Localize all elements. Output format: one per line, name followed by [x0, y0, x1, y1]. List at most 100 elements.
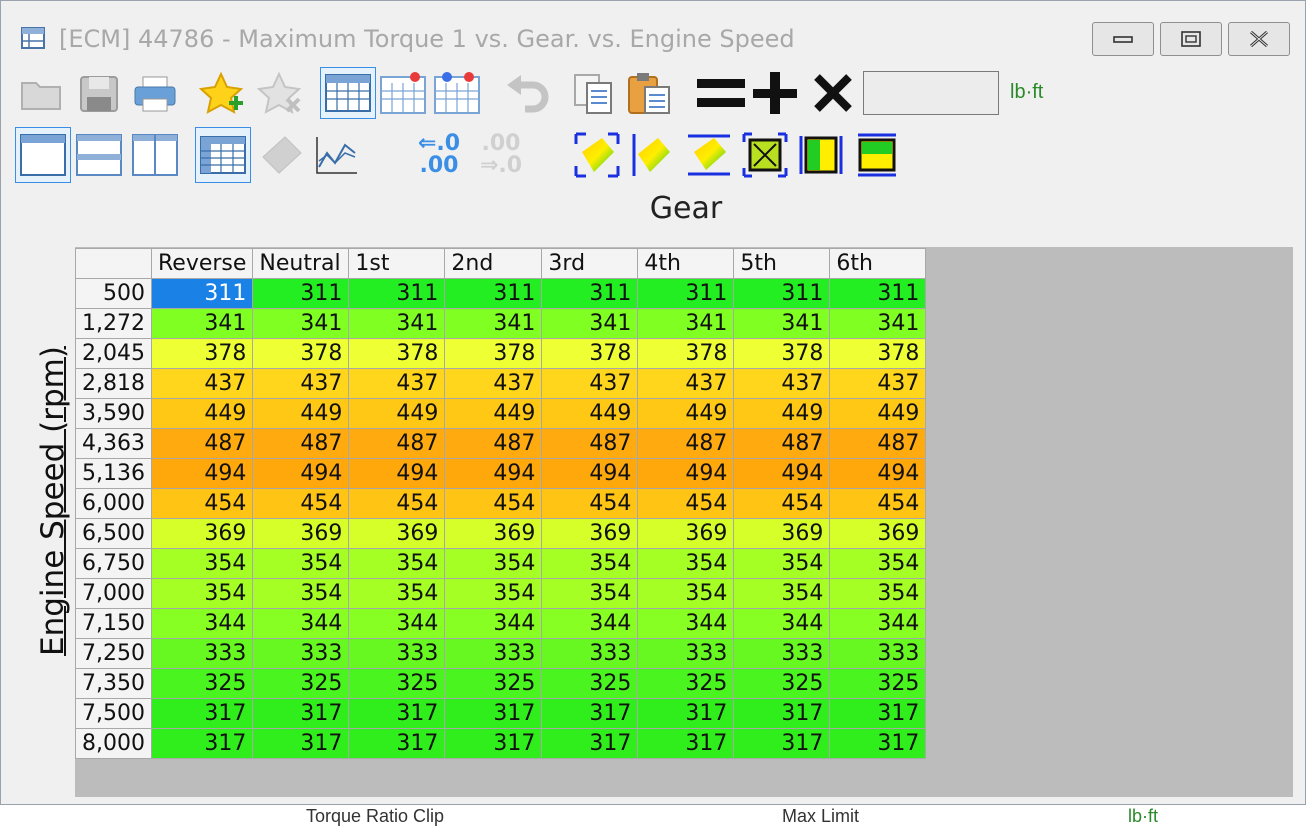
decimal-decrease-button[interactable]: .00 ⇒.0: [471, 127, 531, 183]
table-cell[interactable]: 344: [829, 608, 927, 639]
close-button[interactable]: [1228, 22, 1290, 56]
table-cell[interactable]: 369: [541, 518, 639, 549]
add-favorite-button[interactable]: [197, 67, 249, 119]
table-cell[interactable]: 341: [637, 308, 735, 339]
title-bar[interactable]: [ECM] 44786 - Maximum Torque 1 vs. Gear.…: [1, 1, 1305, 67]
table-grid-button[interactable]: [195, 127, 251, 183]
table-cell[interactable]: 354: [252, 548, 350, 579]
table-cell[interactable]: 354: [541, 548, 639, 579]
table-cell[interactable]: 341: [444, 308, 543, 339]
table-cell[interactable]: 317: [637, 728, 735, 759]
operation-value-input[interactable]: [863, 71, 999, 115]
table-cell[interactable]: 487: [829, 428, 927, 459]
table-cell[interactable]: 454: [150, 488, 254, 519]
table-cell[interactable]: 311: [252, 278, 350, 309]
table-cell[interactable]: 354: [252, 578, 350, 609]
table-cell[interactable]: 317: [637, 698, 735, 729]
table-cell[interactable]: 354: [348, 548, 446, 579]
table-cell[interactable]: 354: [637, 578, 735, 609]
row-header[interactable]: 3,590: [75, 398, 152, 429]
table-cell[interactable]: 494: [829, 458, 927, 489]
table-cell[interactable]: 449: [150, 398, 254, 429]
table-cell[interactable]: 354: [829, 548, 927, 579]
table-cell[interactable]: 449: [637, 398, 735, 429]
table-cell[interactable]: 437: [733, 368, 831, 399]
table-cell[interactable]: 317: [541, 728, 639, 759]
table-cell[interactable]: 344: [444, 608, 543, 639]
table-cell[interactable]: 449: [733, 398, 831, 429]
table-cell[interactable]: 341: [348, 308, 446, 339]
equals-button[interactable]: [695, 67, 747, 119]
row-header[interactable]: 7,000: [75, 578, 152, 609]
column-header[interactable]: 6th: [829, 248, 927, 279]
row-header[interactable]: 6,000: [75, 488, 152, 519]
select-all-graph-button[interactable]: [571, 127, 623, 183]
maximize-button[interactable]: [1160, 22, 1222, 56]
table-cell[interactable]: 341: [252, 308, 350, 339]
table-cell[interactable]: 344: [348, 608, 446, 639]
table-cell[interactable]: 369: [829, 518, 927, 549]
table-cell[interactable]: 494: [637, 458, 735, 489]
3d-graph-button[interactable]: [255, 127, 307, 183]
table-cell[interactable]: 378: [733, 338, 831, 369]
table-cell[interactable]: 487: [444, 428, 543, 459]
table-cell[interactable]: 317: [541, 698, 639, 729]
line-graph-button[interactable]: [311, 127, 363, 183]
table-cell[interactable]: 344: [637, 608, 735, 639]
table-cell[interactable]: 449: [348, 398, 446, 429]
row-header[interactable]: 7,500: [75, 698, 152, 729]
table-cell[interactable]: 454: [252, 488, 350, 519]
table-cell[interactable]: 487: [150, 428, 254, 459]
table-cell[interactable]: 369: [733, 518, 831, 549]
table-cell[interactable]: 494: [252, 458, 350, 489]
row-header[interactable]: 6,750: [75, 548, 152, 579]
table-cell[interactable]: 311: [541, 278, 639, 309]
table-cell[interactable]: 437: [541, 368, 639, 399]
table-cell[interactable]: 333: [348, 638, 446, 669]
row-header[interactable]: 4,363: [75, 428, 152, 459]
table-cell[interactable]: 449: [444, 398, 543, 429]
table-cell[interactable]: 354: [733, 548, 831, 579]
table-cell[interactable]: 333: [829, 638, 927, 669]
table-cell[interactable]: 378: [444, 338, 543, 369]
table-cell[interactable]: 354: [444, 578, 543, 609]
table-cell[interactable]: 333: [637, 638, 735, 669]
table-view-button[interactable]: [320, 67, 376, 119]
table-cell[interactable]: 317: [733, 698, 831, 729]
print-button[interactable]: [129, 67, 181, 119]
table-cell[interactable]: 378: [150, 338, 254, 369]
table-cell[interactable]: 333: [541, 638, 639, 669]
table-cell[interactable]: 354: [733, 578, 831, 609]
decimal-increase-button[interactable]: ⇐.0 .00: [409, 127, 469, 183]
table-cell[interactable]: 378: [348, 338, 446, 369]
table-cell[interactable]: 369: [150, 518, 254, 549]
table-cell[interactable]: 369: [637, 518, 735, 549]
column-header[interactable]: 4th: [637, 248, 735, 279]
table-cell[interactable]: 378: [829, 338, 927, 369]
table-cell[interactable]: 369: [444, 518, 543, 549]
table-cell[interactable]: 344: [541, 608, 639, 639]
row-header[interactable]: 5,136: [75, 458, 152, 489]
table-cell[interactable]: 317: [150, 728, 254, 759]
table-cell[interactable]: 317: [829, 698, 927, 729]
table-cell[interactable]: 333: [252, 638, 350, 669]
table-cell[interactable]: 437: [252, 368, 350, 399]
table-cell[interactable]: 317: [252, 728, 350, 759]
table-cell[interactable]: 354: [348, 578, 446, 609]
multiply-button[interactable]: [807, 67, 859, 119]
undo-button[interactable]: [501, 67, 553, 119]
fill-bottom-button[interactable]: [683, 127, 735, 183]
table-cell[interactable]: 454: [444, 488, 543, 519]
table-cell[interactable]: 354: [150, 578, 254, 609]
table-cell[interactable]: 317: [348, 698, 446, 729]
table-cell[interactable]: 325: [444, 668, 543, 699]
table-cell[interactable]: 333: [150, 638, 254, 669]
table-cell[interactable]: 317: [150, 698, 254, 729]
table-cell[interactable]: 311: [637, 278, 735, 309]
horizontal-split-button[interactable]: [73, 127, 125, 183]
table-cell[interactable]: 311: [444, 278, 543, 309]
table-cell[interactable]: 354: [541, 578, 639, 609]
column-header[interactable]: 2nd: [444, 248, 543, 279]
row-header[interactable]: 8,000: [75, 728, 152, 759]
table-cell[interactable]: 325: [150, 668, 254, 699]
